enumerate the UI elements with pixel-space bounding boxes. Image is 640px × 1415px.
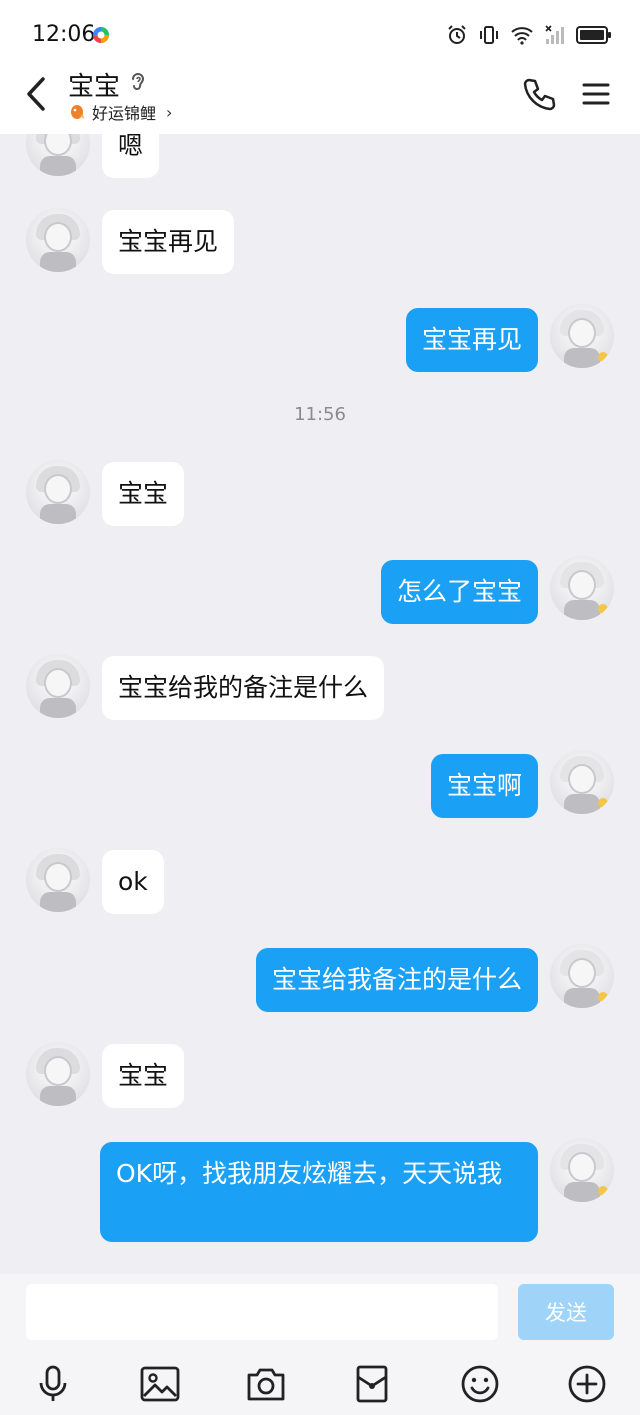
avatar[interactable]: [550, 304, 614, 368]
alarm-icon: [448, 25, 466, 44]
avatar[interactable]: [550, 1138, 614, 1202]
avatar[interactable]: [550, 944, 614, 1008]
app-notification-icon: [93, 27, 109, 43]
message-bubble-incoming[interactable]: 宝宝: [102, 1044, 185, 1108]
signal-icon: [545, 25, 564, 44]
status-label: 好运锦鲤: [92, 104, 157, 123]
message-bubble-outgoing[interactable]: 怎么了宝宝: [380, 560, 538, 624]
chevron-right-icon: ›: [166, 102, 173, 122]
message-bubble-incoming[interactable]: ok: [102, 850, 164, 914]
message-bubble-outgoing[interactable]: 宝宝再见: [405, 308, 538, 372]
image-button[interactable]: [138, 1362, 182, 1406]
red-packet-button[interactable]: [350, 1362, 394, 1406]
camera-button[interactable]: [244, 1362, 288, 1406]
image-icon: [140, 1366, 180, 1402]
emoji-button[interactable]: [458, 1362, 502, 1406]
status-time: 12:06: [32, 22, 96, 47]
chat-header: 宝宝 好运锦鲤 ›: [0, 58, 640, 134]
chevron-left-icon: [27, 77, 45, 111]
avatar[interactable]: [26, 1042, 90, 1106]
message-bubble-incoming[interactable]: 宝宝再见: [102, 210, 235, 274]
back-button[interactable]: [18, 72, 54, 116]
voice-button[interactable]: [31, 1362, 75, 1406]
menu-icon[interactable]: [580, 78, 612, 110]
more-button[interactable]: [565, 1362, 609, 1406]
camera-icon: [247, 1368, 285, 1401]
message-bubble-incoming[interactable]: 宝宝给我的备注是什么: [102, 656, 385, 720]
plus-icon: [568, 1365, 606, 1403]
message-input[interactable]: [26, 1284, 498, 1340]
red-packet-icon: [356, 1365, 388, 1403]
input-bar: 发送: [0, 1274, 640, 1354]
avatar[interactable]: [26, 654, 90, 718]
contact-status[interactable]: 好运锦鲤 ›: [68, 100, 172, 124]
message-bubble-incoming[interactable]: 宝宝: [102, 462, 185, 526]
koi-fish-icon: [71, 105, 84, 119]
message-timestamp: 11:56: [294, 404, 346, 425]
ear-icon: [132, 73, 145, 90]
message-list[interactable]: 嗯 宝宝再见 宝宝再见 11:56 宝宝 怎么了宝宝 宝宝给我的备注是什么 宝宝…: [0, 134, 640, 1274]
avatar[interactable]: [26, 134, 90, 176]
contact-name[interactable]: 宝宝: [68, 66, 120, 103]
avatar[interactable]: [26, 848, 90, 912]
wifi-icon: [511, 27, 533, 45]
message-bubble-incoming[interactable]: 嗯: [102, 134, 160, 178]
message-bubble-outgoing[interactable]: OK呀，找我朋友炫耀去，天天说我: [100, 1142, 538, 1242]
vibrate-icon: [480, 26, 498, 44]
input-toolbar: [0, 1354, 640, 1415]
battery-icon: [576, 26, 611, 44]
emoji-icon: [461, 1365, 499, 1403]
message-bubble-outgoing[interactable]: 宝宝给我备注的是什么: [255, 948, 538, 1012]
phone-call-button[interactable]: [520, 76, 558, 114]
mic-icon: [39, 1365, 67, 1401]
avatar[interactable]: [26, 460, 90, 524]
message-bubble-outgoing[interactable]: 宝宝啊: [430, 754, 538, 818]
avatar[interactable]: [550, 556, 614, 620]
avatar[interactable]: [550, 750, 614, 814]
send-button[interactable]: 发送: [518, 1284, 614, 1340]
avatar[interactable]: [26, 208, 90, 272]
